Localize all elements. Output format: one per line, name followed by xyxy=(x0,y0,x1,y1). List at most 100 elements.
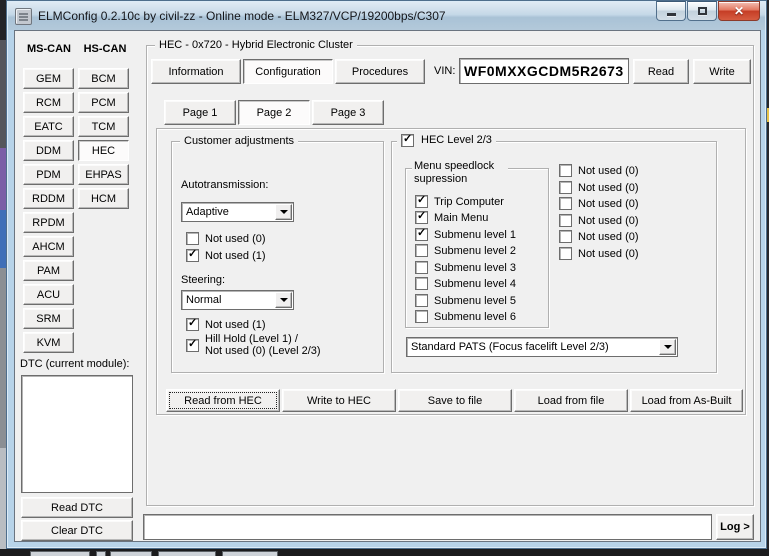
tab-procedures[interactable]: Procedures xyxy=(335,59,425,84)
tab-page-2[interactable]: Page 2 xyxy=(238,100,310,125)
checkbox-label: Not used (1) xyxy=(205,250,266,262)
load-from-asbuilt-button[interactable]: Load from As-Built xyxy=(630,389,743,412)
module-button-eatc[interactable]: EATC xyxy=(23,116,74,137)
checkbox-box xyxy=(559,197,572,210)
checkbox-hill-hold[interactable]: ✓ Hill Hold (Level 1) / Not used (0) (Le… xyxy=(186,333,321,357)
hec-level-checkbox[interactable]: ✓ xyxy=(401,134,414,147)
taskbar-edge xyxy=(0,549,769,556)
checkbox-box: ✓ xyxy=(415,228,428,241)
checkbox-label: Not used (0) xyxy=(578,182,639,194)
check-icon: ✓ xyxy=(188,248,197,261)
module-button-gem[interactable]: GEM xyxy=(23,68,74,89)
vin-input[interactable] xyxy=(459,58,629,84)
chevron-down-icon[interactable] xyxy=(659,339,676,355)
autotransmission-value: Adaptive xyxy=(182,203,274,221)
check-icon: ✓ xyxy=(188,317,197,330)
module-button-ahcm[interactable]: AHCM xyxy=(23,236,74,257)
checkbox-not-used-1b[interactable]: ✓ Not used (1) xyxy=(186,318,266,331)
checkbox-box xyxy=(415,244,428,257)
tab-page-1[interactable]: Page 1 xyxy=(164,100,236,125)
titlebar[interactable]: ELMConfig 0.2.10c by civil-zz - Online m… xyxy=(8,2,765,30)
checkbox-label: Main Menu xyxy=(434,212,488,224)
module-button-tcm[interactable]: TCM xyxy=(78,116,129,137)
module-button-pcm[interactable]: PCM xyxy=(78,92,129,113)
save-to-file-button[interactable]: Save to file xyxy=(398,389,512,412)
checkbox-not-used-r3[interactable]: Not used (0) xyxy=(559,197,639,210)
log-input[interactable] xyxy=(143,514,712,540)
load-from-file-button[interactable]: Load from file xyxy=(514,389,628,412)
log-button[interactable]: Log > xyxy=(716,514,754,540)
checkbox-submenu-3[interactable]: Submenu level 3 xyxy=(415,261,516,274)
module-button-rpdm[interactable]: RPDM xyxy=(23,212,74,233)
tab-information[interactable]: Information xyxy=(151,59,241,84)
caption-buttons: ✕ xyxy=(656,1,760,21)
checkbox-label: Submenu level 5 xyxy=(434,295,516,307)
checkbox-box: ✓ xyxy=(186,249,199,262)
checkbox-submenu-1[interactable]: ✓ Submenu level 1 xyxy=(415,228,516,241)
checkbox-label: Not used (0) xyxy=(578,231,639,243)
clear-dtc-button[interactable]: Clear DTC xyxy=(21,520,133,541)
checkbox-submenu-6[interactable]: Submenu level 6 xyxy=(415,310,516,323)
tab-page-3[interactable]: Page 3 xyxy=(312,100,384,125)
steering-value: Normal xyxy=(182,291,274,309)
module-button-ehpas[interactable]: EHPAS xyxy=(78,164,129,185)
app-icon xyxy=(15,8,32,25)
module-button-bcm[interactable]: BCM xyxy=(78,68,129,89)
module-button-pdm[interactable]: PDM xyxy=(23,164,74,185)
checkbox-box xyxy=(559,164,572,177)
module-button-pam[interactable]: PAM xyxy=(23,260,74,281)
module-groupbox-title: HEC - 0x720 - Hybrid Electronic Cluster xyxy=(155,39,357,52)
checkbox-not-used-r5[interactable]: Not used (0) xyxy=(559,230,639,243)
read-from-hec-button[interactable]: Read from HEC xyxy=(166,389,280,412)
module-button-srm[interactable]: SRM xyxy=(23,308,74,329)
chevron-down-icon[interactable] xyxy=(275,204,292,220)
dtc-list[interactable] xyxy=(21,375,133,493)
check-icon: ✓ xyxy=(417,227,426,240)
tab-configuration[interactable]: Configuration xyxy=(243,59,333,84)
read-dtc-button[interactable]: Read DTC xyxy=(21,497,133,518)
close-button[interactable]: ✕ xyxy=(718,1,760,21)
minimize-button[interactable] xyxy=(656,1,686,21)
maximize-button[interactable] xyxy=(687,1,717,21)
maximize-icon xyxy=(698,7,707,15)
steering-select[interactable]: Normal xyxy=(181,290,294,310)
checkbox-box: ✓ xyxy=(415,211,428,224)
checkbox-not-used-r2[interactable]: Not used (0) xyxy=(559,181,639,194)
write-button[interactable]: Write xyxy=(693,59,751,84)
module-button-acu[interactable]: ACU xyxy=(23,284,74,305)
checkbox-box: ✓ xyxy=(186,339,199,352)
checkbox-not-used-0[interactable]: Not used (0) xyxy=(186,232,266,245)
module-button-hec[interactable]: HEC xyxy=(78,140,129,161)
checkbox-box xyxy=(186,232,199,245)
module-button-rddm[interactable]: RDDM xyxy=(23,188,74,209)
autotransmission-select[interactable]: Adaptive xyxy=(181,202,294,222)
checkbox-submenu-5[interactable]: Submenu level 5 xyxy=(415,294,516,307)
checkbox-box: ✓ xyxy=(415,195,428,208)
checkbox-submenu-2[interactable]: Submenu level 2 xyxy=(415,244,516,257)
module-button-kvm[interactable]: KVM xyxy=(23,332,74,353)
vin-label: VIN: xyxy=(434,65,455,77)
checkbox-submenu-4[interactable]: Submenu level 4 xyxy=(415,277,516,290)
client-area: MS-CAN HS-CAN GEM RCM EATC DDM PDM RDDM … xyxy=(14,30,761,542)
checkbox-main-menu[interactable]: ✓ Main Menu xyxy=(415,211,488,224)
checkbox-trip-computer[interactable]: ✓ Trip Computer xyxy=(415,195,504,208)
write-to-hec-button[interactable]: Write to HEC xyxy=(282,389,396,412)
checkbox-label: Not used (0) xyxy=(578,165,639,177)
read-button[interactable]: Read xyxy=(633,59,689,84)
checkbox-label: Not used (0) xyxy=(205,233,266,245)
checkbox-not-used-r4[interactable]: Not used (0) xyxy=(559,214,639,227)
module-button-ddm[interactable]: DDM xyxy=(23,140,74,161)
menu-speedlock-title: Menu speedlock supression xyxy=(412,160,508,186)
app-window: ELMConfig 0.2.10c by civil-zz - Online m… xyxy=(6,0,767,549)
module-button-hcm[interactable]: HCM xyxy=(78,188,129,209)
checkbox-label: Not used (0) xyxy=(578,215,639,227)
checkbox-not-used-r1[interactable]: Not used (0) xyxy=(559,164,639,177)
chevron-down-icon[interactable] xyxy=(275,292,292,308)
checkbox-not-used-r6[interactable]: Not used (0) xyxy=(559,247,639,260)
check-icon: ✓ xyxy=(417,210,426,223)
checkbox-box xyxy=(415,277,428,290)
hec-level-group-title: ✓ HEC Level 2/3 xyxy=(397,134,496,147)
checkbox-not-used-1[interactable]: ✓ Not used (1) xyxy=(186,249,266,262)
module-button-rcm[interactable]: RCM xyxy=(23,92,74,113)
pats-select[interactable]: Standard PATS (Focus facelift Level 2/3) xyxy=(406,337,678,357)
